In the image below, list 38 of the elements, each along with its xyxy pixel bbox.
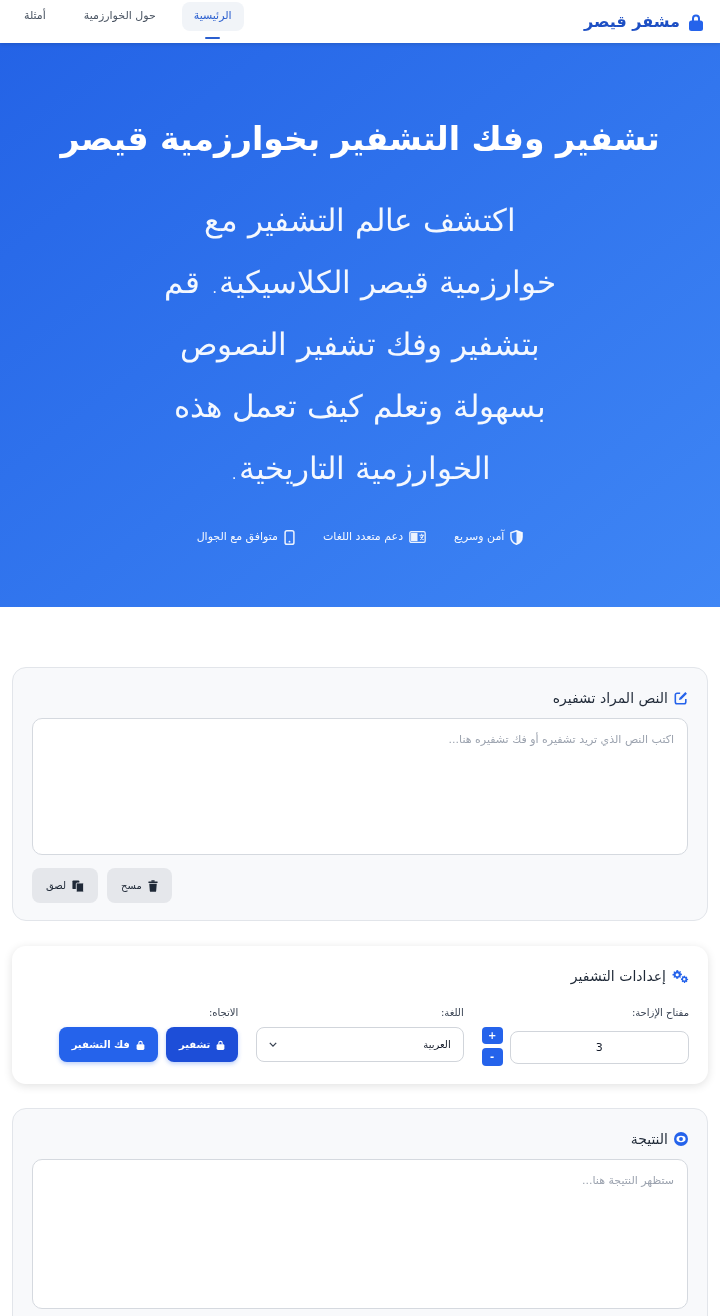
feature-label: آمن وسريع (454, 529, 505, 545)
lock-icon (216, 1039, 226, 1050)
direction-button[interactable]: فك التشفير (58, 1027, 158, 1062)
nav-tab[interactable]: حول الخوارزمية (71, 2, 168, 31)
brand-name[interactable]: مشفر قيصر (584, 9, 680, 34)
active-tab-indicator (205, 37, 221, 39)
lock-icon (688, 12, 704, 31)
language-select[interactable]: العربية (256, 1027, 464, 1062)
paste-button[interactable]: لصق (32, 868, 99, 903)
field-label: مفتاح الإزاحة: (630, 1006, 689, 1021)
chevron-down-icon (269, 1042, 278, 1047)
eye-icon (674, 1132, 688, 1146)
paste-icon (72, 879, 85, 892)
card-title: إعدادات التشفير (570, 966, 666, 987)
mobile-phone-icon (284, 529, 295, 545)
gears-icon (672, 968, 689, 984)
decrement-button[interactable]: - (481, 1048, 503, 1066)
feature-label: متوافق مع الجوال (196, 529, 278, 545)
card-title: النتيجة (630, 1129, 668, 1149)
direction-button[interactable]: تشفير (165, 1027, 239, 1062)
result-field[interactable]: ستظهر النتيجة هنا... (32, 1159, 688, 1309)
nav-tab[interactable]: أمثلة (12, 2, 58, 31)
edit-icon (674, 691, 688, 705)
language-icon (409, 531, 427, 544)
text-input-field[interactable]: اكتب النص الذي تريد تشفيره أو فك تشفيره هنا... (32, 718, 688, 855)
card-title: النص المراد تشفيره (552, 688, 668, 709)
clear-button[interactable]: مسح (107, 868, 172, 903)
hero-subtitle: اكتشف عالم التشفير مع خوارزمية قيصر الكلاسيكية. قم بتشفير وفك تشفير النصوص بسهولة وتعلم كيف تعمل هذه الخوارزمية التاريخية. (162, 201, 558, 489)
field-label: الاتجاه: (207, 1006, 239, 1020)
field-label: اللغة: (439, 1006, 464, 1020)
nav-tab[interactable]: الرئيسية (181, 2, 244, 31)
shift-key-field[interactable]: 3 (509, 1031, 689, 1064)
hero-title: تشفير وفك التشفير بخوارزمية قيصر (60, 118, 660, 161)
feature-label: دعم متعدد اللغات (323, 529, 404, 545)
lock-icon (135, 1039, 145, 1050)
shield-icon (510, 529, 524, 545)
trash-icon (147, 879, 158, 892)
increment-button[interactable]: + (481, 1027, 503, 1044)
